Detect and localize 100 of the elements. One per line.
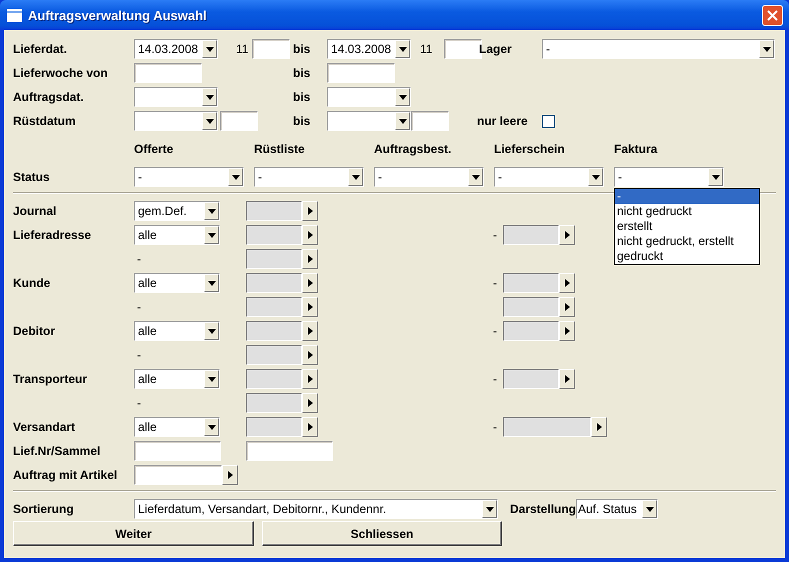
caret-icon (398, 94, 406, 100)
input-field[interactable] (503, 369, 559, 389)
input-field[interactable] (134, 63, 202, 83)
right-arrow-icon (564, 327, 570, 335)
caret-icon (712, 174, 720, 180)
checkbox[interactable] (542, 114, 555, 128)
field-label: Debitor (13, 324, 56, 338)
dropdown-option[interactable]: nicht gedruckt (615, 204, 759, 219)
input-field[interactable] (503, 417, 591, 437)
dropdown-option[interactable]: erstellt (615, 219, 759, 234)
dropdown[interactable] (134, 87, 218, 107)
arrow-button[interactable] (559, 297, 575, 317)
dash-label: - (136, 348, 142, 362)
input-field[interactable] (246, 225, 302, 245)
column-header: Offerte (134, 142, 174, 156)
caret-icon (398, 46, 406, 52)
input-field[interactable] (411, 111, 449, 131)
dropdown[interactable]: 14.03.2008 (327, 39, 411, 59)
arrow-button[interactable] (302, 225, 318, 245)
input-field[interactable] (246, 273, 302, 293)
caret-icon (646, 506, 654, 512)
input-field[interactable] (503, 297, 559, 317)
arrow-button[interactable] (302, 201, 318, 221)
arrow-button[interactable] (302, 393, 318, 413)
arrow-button[interactable] (302, 249, 318, 269)
caret-icon (352, 174, 360, 180)
dash-label: - (493, 228, 498, 242)
dropdown[interactable]: alle (134, 369, 220, 389)
dropdown[interactable]: - (614, 167, 724, 187)
field-label: Lief.Nr/Sammel (13, 444, 102, 458)
input-field[interactable] (246, 369, 302, 389)
input-field[interactable] (246, 321, 302, 341)
dropdown-option[interactable]: gedruckt (615, 249, 759, 264)
dropdown[interactable]: alle (134, 321, 220, 341)
arrow-button[interactable] (302, 345, 318, 365)
input-field[interactable] (134, 465, 222, 485)
caret-icon (208, 280, 216, 286)
caret-icon (592, 174, 600, 180)
caret-icon (208, 328, 216, 334)
dropdown[interactable] (134, 111, 218, 131)
right-arrow-icon (596, 423, 602, 431)
input-field[interactable] (246, 249, 302, 269)
arrow-button[interactable] (302, 369, 318, 389)
arrow-button[interactable] (302, 417, 318, 437)
field-label: Lieferwoche von (13, 66, 109, 80)
dropdown[interactable]: - (374, 167, 484, 187)
dropdown[interactable]: alle (134, 225, 220, 245)
dropdown[interactable]: - (254, 167, 364, 187)
input-field[interactable] (134, 441, 221, 461)
dropdown[interactable]: alle (134, 273, 220, 293)
input-field[interactable] (252, 39, 290, 59)
dropdown-option[interactable]: - (615, 189, 759, 204)
arrow-button[interactable] (559, 273, 575, 293)
dropdown[interactable]: - (134, 167, 244, 187)
arrow-button[interactable] (559, 369, 575, 389)
dropdown[interactable]: gem.Def. (134, 201, 220, 221)
dash-label: - (493, 276, 498, 290)
arrow-button[interactable] (222, 465, 238, 485)
input-field[interactable] (246, 417, 302, 437)
input-field[interactable] (220, 111, 258, 131)
arrow-button[interactable] (559, 225, 575, 245)
arrow-button[interactable] (302, 273, 318, 293)
column-header: Auftragsbest. (374, 142, 452, 156)
input-field[interactable] (246, 441, 333, 461)
hour-label: 11 (235, 42, 250, 56)
close-icon (767, 10, 778, 20)
dropdown[interactable] (327, 111, 411, 131)
dropdown[interactable]: - (542, 39, 775, 59)
dropdown[interactable]: Auf. Status (576, 499, 658, 519)
arrow-button[interactable] (302, 321, 318, 341)
arrow-button[interactable] (591, 417, 607, 437)
input-field[interactable] (503, 273, 559, 293)
input-field[interactable] (503, 225, 559, 245)
dropdown[interactable]: - (494, 167, 604, 187)
right-arrow-icon (308, 255, 312, 263)
right-arrow-icon (564, 231, 570, 239)
field-label: Journal (13, 204, 58, 218)
action-button[interactable]: Schliessen (262, 521, 502, 546)
input-field[interactable] (246, 345, 302, 365)
input-field[interactable] (246, 297, 302, 317)
dropdown[interactable]: alle (134, 417, 220, 437)
input-field[interactable] (246, 201, 302, 221)
input-field[interactable] (503, 321, 559, 341)
dash-label: - (493, 324, 498, 338)
right-arrow-icon (308, 231, 312, 239)
dropdown[interactable]: 14.03.2008 (134, 39, 218, 59)
field-label: Transporteur (13, 372, 88, 386)
field-label: Darstellung (510, 502, 576, 516)
dropdown[interactable]: Lieferdatum, Versandart, Debitornr., Kundennr. (134, 499, 498, 519)
dropdown-option[interactable]: nicht gedruckt, erstellt (615, 234, 759, 249)
input-field[interactable] (327, 63, 395, 83)
arrow-button[interactable] (559, 321, 575, 341)
field-label: Sortierung (13, 502, 75, 516)
close-button[interactable] (762, 4, 783, 26)
action-button[interactable]: Weiter (13, 521, 254, 546)
arrow-button[interactable] (302, 297, 318, 317)
dash-label: - (136, 252, 142, 266)
dropdown[interactable] (327, 87, 411, 107)
right-arrow-icon (308, 327, 312, 335)
input-field[interactable] (246, 393, 302, 413)
